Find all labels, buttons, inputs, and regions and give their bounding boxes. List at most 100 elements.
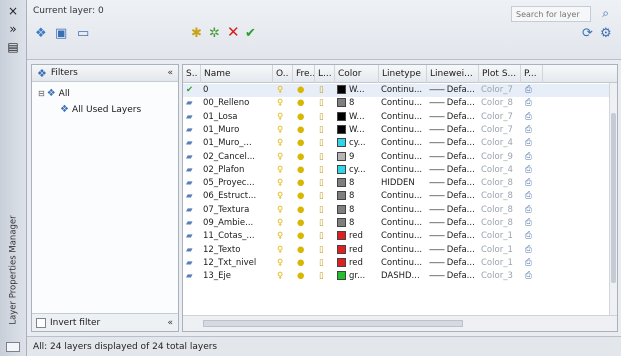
on-bulb-icon[interactable]: ♀ — [277, 138, 283, 148]
plot-printer-icon[interactable]: ⎙ — [525, 112, 532, 122]
on-bulb-icon[interactable]: ♀ — [277, 258, 283, 268]
layer-row[interactable]: ▰ 06_Estruct... ♀ ● ▯ 8 Continu... —— Defa... Co… — [183, 190, 611, 203]
vertical-scrollbar-thumb[interactable] — [611, 113, 616, 283]
lock-icon[interactable]: ▯ — [319, 218, 324, 228]
layer-row[interactable]: ▰ 12_Texto ♀ ● ▯ red Continu... —— Defa... Color… — [183, 244, 611, 257]
linetype[interactable]: Continu... — [381, 138, 422, 148]
plot-printer-icon[interactable]: ⎙ — [525, 98, 532, 108]
column-header[interactable]: L... — [315, 65, 335, 83]
on-bulb-icon[interactable]: ♀ — [277, 245, 283, 255]
layer-states-icon[interactable]: ▭ — [77, 26, 89, 42]
on-bulb-icon[interactable]: ♀ — [277, 205, 283, 215]
column-header[interactable]: Linewei... — [427, 65, 479, 83]
layer-row[interactable]: ▰ 12_Txt_nivel ♀ ● ▯ red Continu... —— Defa... C… — [183, 257, 611, 270]
plot-printer-icon[interactable]: ⎙ — [525, 125, 532, 135]
layer-row[interactable]: ▰ 13_Eje ♀ ● ▯ gr... DASHD... —— Defa... Color_3… — [183, 270, 611, 283]
linetype[interactable]: Continu... — [381, 98, 422, 108]
lock-icon[interactable]: ▯ — [319, 191, 324, 201]
new-layer-icon[interactable]: ✱ — [191, 26, 202, 42]
layer-row[interactable]: ▰ 09_Ambie... ♀ ● ▯ 8 Continu... —— Defa... Colo… — [183, 217, 611, 230]
layer-name[interactable]: 02_Plafon — [203, 165, 244, 175]
on-bulb-icon[interactable]: ♀ — [277, 85, 283, 95]
plot-printer-icon[interactable]: ⎙ — [525, 218, 532, 228]
freeze-sun-icon[interactable]: ● — [297, 245, 304, 255]
tree-expand-icon[interactable]: ⊟ — [38, 89, 45, 98]
freeze-sun-icon[interactable]: ● — [297, 191, 304, 201]
new-property-filter-icon[interactable]: ❖ — [35, 26, 47, 42]
on-bulb-icon[interactable]: ♀ — [277, 152, 283, 162]
tree-node-all[interactable]: ⊟ ❖ All — [38, 88, 70, 99]
linetype[interactable]: Continu... — [381, 245, 422, 255]
plot-printer-icon[interactable]: ⎙ — [525, 258, 532, 268]
on-bulb-icon[interactable]: ♀ — [277, 231, 283, 241]
on-bulb-icon[interactable]: ♀ — [277, 271, 283, 281]
lock-icon[interactable]: ▯ — [319, 138, 324, 148]
linetype[interactable]: Continu... — [381, 85, 422, 95]
color-swatch[interactable] — [337, 191, 346, 201]
column-header[interactable]: Name — [201, 65, 273, 83]
color-swatch[interactable] — [337, 124, 346, 134]
collapse-filters-button[interactable]: « — [167, 68, 173, 78]
collapse-tree-button[interactable]: « — [167, 318, 173, 328]
linetype[interactable]: HIDDEN — [381, 178, 415, 188]
plot-printer-icon[interactable]: ⎙ — [525, 165, 532, 175]
freeze-sun-icon[interactable]: ● — [297, 138, 304, 148]
freeze-sun-icon[interactable]: ● — [297, 231, 304, 241]
lineweight[interactable]: Defa... — [447, 205, 475, 215]
linetype[interactable]: Continu... — [381, 231, 422, 241]
lineweight[interactable]: Defa... — [447, 231, 475, 241]
linetype[interactable]: Continu... — [381, 112, 422, 122]
layer-name[interactable]: 11_Cotas_... — [203, 231, 255, 241]
set-current-icon[interactable]: ✔ — [245, 26, 256, 42]
layer-name[interactable]: 06_Estruct... — [203, 191, 256, 201]
layer-name[interactable]: 02_Cancel... — [203, 152, 255, 162]
color-swatch[interactable] — [337, 257, 346, 267]
linetype[interactable]: DASHD... — [381, 271, 420, 281]
freeze-sun-icon[interactable]: ● — [297, 98, 304, 108]
horizontal-scrollbar-thumb[interactable] — [203, 320, 463, 327]
plot-printer-icon[interactable]: ⎙ — [525, 191, 532, 201]
on-bulb-icon[interactable]: ♀ — [277, 125, 283, 135]
freeze-sun-icon[interactable]: ● — [297, 152, 304, 162]
freeze-sun-icon[interactable]: ● — [297, 218, 304, 228]
plot-printer-icon[interactable]: ⎙ — [525, 205, 532, 215]
lineweight[interactable]: Defa... — [447, 165, 475, 175]
lock-icon[interactable]: ▯ — [319, 152, 324, 162]
on-bulb-icon[interactable]: ♀ — [277, 165, 283, 175]
lock-icon[interactable]: ▯ — [319, 258, 324, 268]
layer-name[interactable]: 00_Relleno — [203, 98, 249, 108]
lineweight[interactable]: Defa... — [447, 178, 475, 188]
layer-row[interactable]: ▰ 07_Textura ♀ ● ▯ 8 Continu... —— Defa... Color… — [183, 204, 611, 217]
column-header[interactable]: Linetype — [379, 65, 427, 83]
layer-name[interactable]: 01_Muro_... — [203, 138, 252, 148]
layer-name[interactable]: 12_Texto — [203, 245, 240, 255]
lock-icon[interactable]: ▯ — [319, 85, 324, 95]
color-swatch[interactable] — [337, 178, 346, 188]
plot-printer-icon[interactable]: ⎙ — [525, 152, 532, 162]
freeze-sun-icon[interactable]: ● — [297, 165, 304, 175]
lock-icon[interactable]: ▯ — [319, 98, 324, 108]
layer-name[interactable]: 05_Proyec... — [203, 178, 255, 188]
layer-row[interactable]: ▰ 01_Losa ♀ ● ▯ W... Continu... —— Defa... Color… — [183, 111, 611, 124]
plot-printer-icon[interactable]: ⎙ — [525, 85, 532, 95]
close-icon[interactable]: × — [5, 4, 21, 18]
palette-menu-icon[interactable] — [6, 342, 20, 352]
lock-icon[interactable]: ▯ — [319, 271, 324, 281]
linetype[interactable]: Continu... — [381, 205, 422, 215]
plot-printer-icon[interactable]: ⎙ — [525, 178, 532, 188]
lineweight[interactable]: Defa... — [447, 112, 475, 122]
tree-node-all-used-layers[interactable]: ❖ All Used Layers — [60, 104, 141, 115]
lock-icon[interactable]: ▯ — [319, 165, 324, 175]
invert-filter-checkbox[interactable] — [36, 317, 46, 328]
properties-icon[interactable]: ▤ — [5, 40, 21, 54]
layer-name[interactable]: 09_Ambie... — [203, 218, 253, 228]
lineweight[interactable]: Defa... — [447, 85, 475, 95]
layer-row[interactable]: ▰ 05_Proyec... ♀ ● ▯ 8 HIDDEN —— Defa... Color_8… — [183, 177, 611, 190]
freeze-sun-icon[interactable]: ● — [297, 258, 304, 268]
on-bulb-icon[interactable]: ♀ — [277, 191, 283, 201]
layer-row[interactable]: ▰ 00_Relleno ♀ ● ▯ 8 Continu... —— Defa... Color… — [183, 97, 611, 110]
freeze-sun-icon[interactable]: ● — [297, 205, 304, 215]
column-header[interactable]: O.. — [273, 65, 293, 83]
lineweight[interactable]: Defa... — [447, 218, 475, 228]
plot-printer-icon[interactable]: ⎙ — [525, 138, 532, 148]
